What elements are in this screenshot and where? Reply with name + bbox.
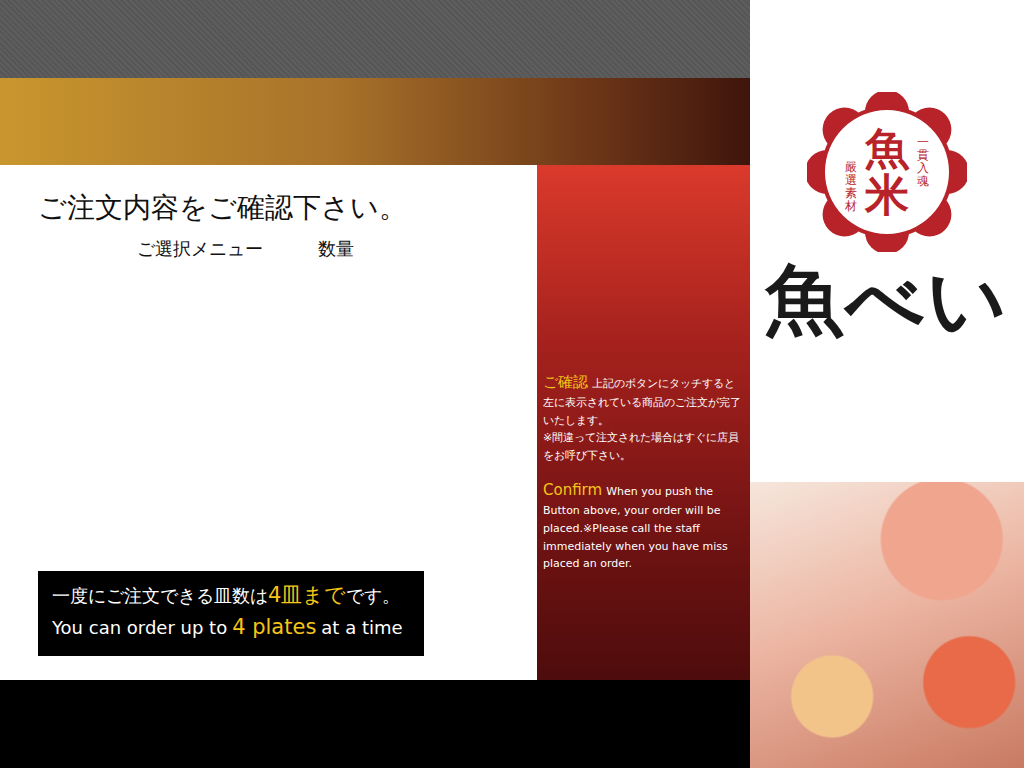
- confirm-label: ご確認: [543, 373, 588, 391]
- confirm-section: ConfirmWhen you push the Button above, y…: [543, 478, 744, 572]
- notice-text: at a time: [321, 614, 402, 642]
- top-bar: [0, 0, 750, 78]
- confirm-line: ※間違って注文された場合はすぐに店員をお呼び下さい。: [543, 429, 744, 464]
- page-title: ご注文内容をご確認下さい。: [38, 191, 517, 225]
- confirm-line: ConfirmWhen you push the Button above, y…: [543, 478, 744, 572]
- column-header: 数量: [318, 235, 354, 262]
- emblem-logo: 嚴選素材 魚米 一貫入魂: [807, 92, 967, 252]
- confirm-line: ご確認上記のボタンにタッチすると左に表示されている商品のご注文が完了いたします。: [543, 370, 744, 429]
- notice-text: です。: [346, 582, 400, 610]
- confirm-section: ご確認上記のボタンにタッチすると左に表示されている商品のご注文が完了いたします。…: [543, 370, 744, 464]
- brand-name: 魚べい: [765, 258, 1009, 344]
- gold-bar: [0, 78, 750, 165]
- content-row: ご注文内容をご確認下さい。 ご選択メニュー数量 一度にご注文できる皿数は4皿まで…: [0, 165, 750, 680]
- emblem-main-text: 魚米: [865, 126, 909, 218]
- notice-line: 一度にご注文できる皿数は4皿までです。: [52, 579, 410, 612]
- notice-text: 4 plates: [232, 611, 316, 644]
- sushi-photo: [750, 482, 1024, 768]
- confirm-panel: ご確認上記のボタンにタッチすると左に表示されている商品のご注文が完了いたします。…: [537, 165, 750, 680]
- emblem-text: 嚴選素材 魚米 一貫入魂: [807, 92, 967, 252]
- emblem-left-text: 嚴選素材: [845, 161, 857, 214]
- notice-text: You can order up to: [52, 614, 227, 642]
- notice-text: 一度にご注文できる皿数は: [52, 582, 268, 610]
- bottom-bar: [0, 680, 750, 768]
- order-summary: ご注文内容をご確認下さい。 ご選択メニュー数量 一度にご注文できる皿数は4皿まで…: [0, 165, 537, 680]
- column-header: ご選択メニュー: [137, 235, 318, 262]
- logo-area: 嚴選素材 魚米 一貫入魂 魚べい: [750, 0, 1024, 482]
- notice-text: 4皿まで: [268, 579, 346, 612]
- emblem-right-text: 一貫入魂: [917, 136, 929, 189]
- order-confirm-screen: ご注文内容をご確認下さい。 ご選択メニュー数量 一度にご注文できる皿数は4皿まで…: [0, 0, 1024, 768]
- column-headers: ご選択メニュー数量: [38, 235, 517, 262]
- plate-limit-notice: 一度にご注文できる皿数は4皿までです。You can order up to4 …: [38, 571, 424, 656]
- confirm-text: ※間違って注文された場合はすぐに店員をお呼び下さい。: [543, 431, 739, 462]
- main-area: ご注文内容をご確認下さい。 ご選択メニュー数量 一度にご注文できる皿数は4皿まで…: [0, 0, 750, 768]
- confirm-label: Confirm: [543, 481, 602, 499]
- brand-column: 嚴選素材 魚米 一貫入魂 魚べい: [750, 0, 1024, 768]
- notice-line: You can order up to4 platesat a time: [52, 611, 410, 644]
